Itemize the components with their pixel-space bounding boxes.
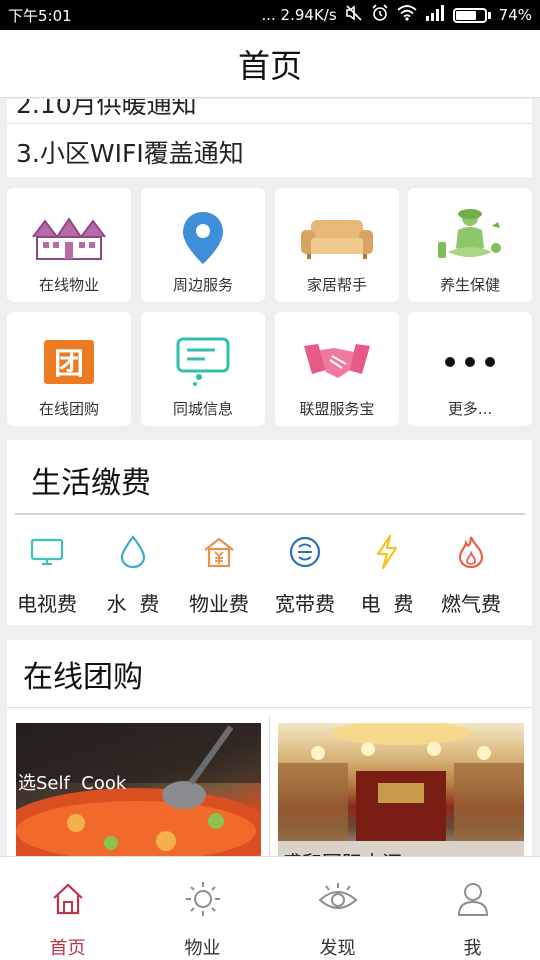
- fee-label: 物业费: [189, 592, 249, 616]
- wifi-icon: [397, 5, 417, 25]
- fee-label: 燃气费: [441, 592, 501, 616]
- notice-list: 2.10月供暖通知 3.小区WIFI覆盖通知: [7, 99, 532, 177]
- nav-label: 我: [463, 938, 482, 959]
- group-buy-caption: 选Self Cook: [18, 773, 127, 794]
- water-drop-icon: [113, 532, 153, 572]
- sun-icon: [181, 877, 225, 920]
- service-alliance[interactable]: 联盟服务宝: [275, 312, 399, 426]
- battery-icon: [452, 7, 491, 23]
- lightning-icon: [367, 532, 407, 572]
- message-board-icon: [163, 332, 243, 392]
- status-bar: 下午5:01 ... 2.94K/s 74%: [0, 0, 540, 30]
- fee-electricity[interactable]: 电 费: [347, 532, 427, 617]
- life-fees-title: 生活缴费: [31, 466, 151, 501]
- service-home-helper[interactable]: 家居帮手: [275, 188, 399, 302]
- nav-me[interactable]: 我: [405, 857, 540, 960]
- service-nearby[interactable]: 周边服务: [141, 188, 265, 302]
- notice-item[interactable]: 3.小区WIFI覆盖通知: [16, 134, 244, 170]
- service-online-property[interactable]: 在线物业: [7, 188, 131, 302]
- fee-tv[interactable]: 电视费: [7, 532, 87, 617]
- fee-broadband[interactable]: 宽带费: [265, 532, 345, 617]
- alarm-icon: [371, 4, 389, 26]
- fee-property[interactable]: 物业费: [179, 532, 259, 617]
- home-icon: [46, 877, 90, 920]
- section-divider: [7, 707, 532, 708]
- fee-water[interactable]: 水 费: [93, 532, 173, 617]
- flame-icon: [451, 532, 491, 572]
- nav-label: 首页: [49, 938, 86, 959]
- group-buy-item-image[interactable]: [278, 723, 524, 856]
- app-header: 首页: [0, 30, 540, 98]
- fee-label: 电 费: [360, 592, 414, 616]
- handshake-icon: [297, 332, 377, 392]
- service-label: 在线团购: [38, 400, 99, 418]
- houses-icon: [29, 208, 109, 268]
- service-label: 家居帮手: [306, 276, 367, 294]
- battery-percent: 74%: [498, 6, 532, 24]
- section-divider: [15, 513, 525, 515]
- page-title: 首页: [237, 46, 302, 85]
- broadband-icon: [285, 532, 325, 572]
- nav-label: 物业: [184, 938, 221, 959]
- fee-label: 水 费: [106, 592, 160, 616]
- eye-icon: [316, 877, 360, 920]
- svg-text:团: 团: [54, 347, 84, 382]
- spa-icon: [430, 208, 510, 268]
- service-label: 在线物业: [38, 276, 99, 294]
- life-fees-section: 生活缴费 电视费 水 费 物业费 宽带费 电 费 燃气费: [7, 440, 532, 625]
- property-fee-icon: [199, 532, 239, 572]
- service-group-buy[interactable]: 团 在线团购: [7, 312, 131, 426]
- status-time: 下午5:01: [8, 6, 72, 25]
- group-buy-item-title[interactable]: 盛和国际水汇: [282, 847, 402, 856]
- column-divider: [269, 715, 270, 856]
- nav-property[interactable]: 物业: [135, 857, 270, 960]
- group-buy-item-image[interactable]: 选Self Cook: [16, 723, 261, 856]
- map-pin-icon: [163, 208, 243, 268]
- sofa-icon: [297, 208, 377, 268]
- service-wellness[interactable]: 养生保健: [408, 188, 532, 302]
- fee-label: 电视费: [17, 592, 77, 616]
- service-more[interactable]: 更多...: [408, 312, 532, 426]
- fee-label: 宽带费: [275, 592, 335, 616]
- notice-item[interactable]: 2.10月供暖通知: [16, 99, 197, 121]
- nav-discover[interactable]: 发现: [270, 857, 405, 960]
- mute-icon: [345, 5, 363, 25]
- status-right: ... 2.94K/s 74%: [261, 4, 532, 26]
- service-label: 更多...: [447, 400, 493, 418]
- fee-gas[interactable]: 燃气费: [431, 532, 511, 617]
- network-speed: ... 2.94K/s: [261, 6, 337, 24]
- group-buy-section: 在线团购 选Self Cook: [7, 640, 532, 856]
- service-label: 养生保健: [439, 276, 500, 294]
- tv-icon: [27, 532, 67, 572]
- user-icon: [451, 877, 495, 920]
- group-buy-title: 在线团购: [23, 660, 143, 695]
- notice-divider: [7, 123, 532, 124]
- service-label: 同城信息: [172, 400, 233, 418]
- group-buy-icon: 团: [29, 332, 109, 392]
- service-city-info[interactable]: 同城信息: [141, 312, 265, 426]
- signal-icon: [425, 5, 445, 25]
- nav-label: 发现: [319, 938, 356, 959]
- more-dots-icon: [430, 332, 510, 392]
- bottom-nav: 首页 物业 发现 我: [0, 856, 540, 960]
- service-label: 周边服务: [172, 276, 233, 294]
- nav-home[interactable]: 首页: [0, 857, 135, 960]
- home-content[interactable]: 2.10月供暖通知 3.小区WIFI覆盖通知 在线物业 周边服务 家居帮手 养生…: [0, 99, 540, 856]
- service-label: 联盟服务宝: [299, 400, 375, 418]
